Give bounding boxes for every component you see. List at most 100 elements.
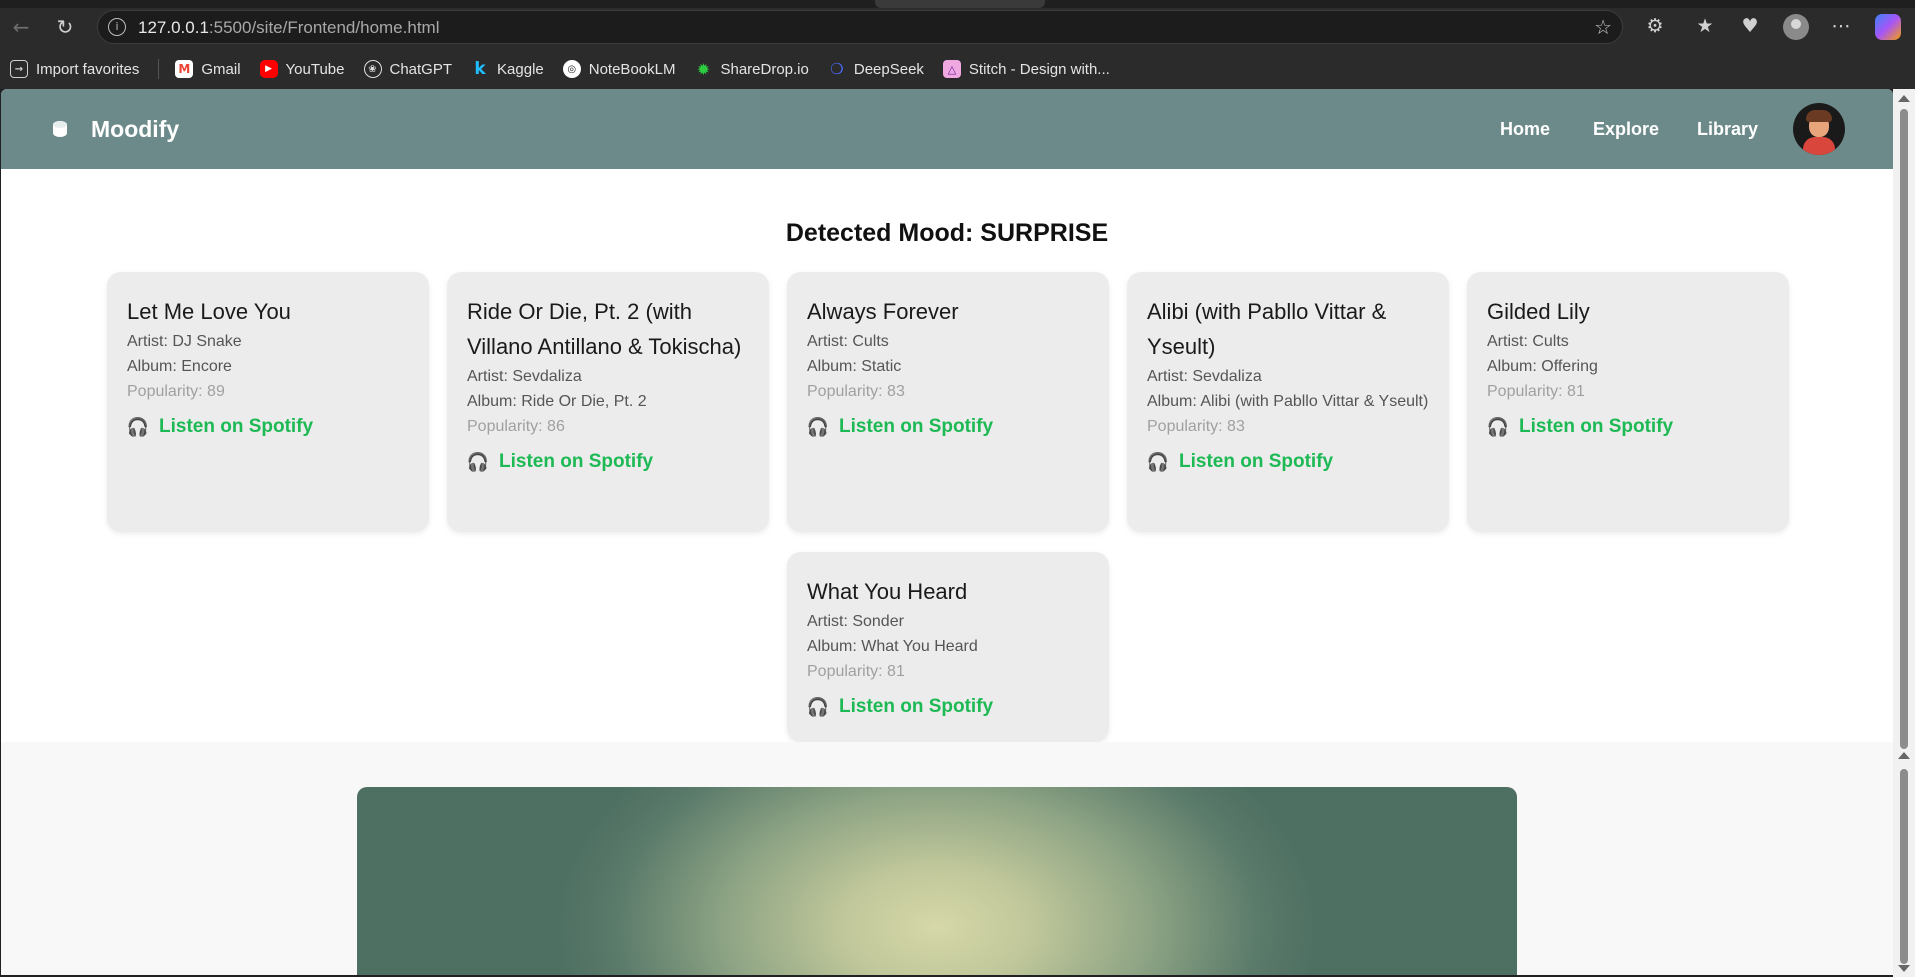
site-navbar: Moodify Home Explore Library (1, 89, 1893, 169)
kaggle-icon: k (474, 59, 486, 79)
bookmark-chatgpt[interactable]: ❀ ChatGPT (363, 52, 453, 86)
stitch-icon: △ (942, 60, 961, 78)
listen-on-spotify-link[interactable]: 🎧 Listen on Spotify (467, 451, 749, 473)
sharedrop-icon: ✹ (696, 59, 711, 79)
detected-mood-heading: Detected Mood: SURPRISE (785, 219, 1109, 247)
hero-banner (357, 787, 1517, 975)
favorites-icon[interactable]: ★ (1692, 13, 1718, 39)
bookmark-label: Stitch - Design with... (968, 60, 1110, 78)
url-text[interactable]: 127.0.0.1:5500/site/Frontend/home.html (138, 18, 439, 38)
song-artist: Artist: Sonder (807, 613, 904, 630)
bookmark-stitch[interactable]: △ Stitch - Design with... (942, 52, 1110, 86)
bookmark-youtube[interactable]: ▶ YouTube (259, 52, 345, 86)
bookmark-label: ShareDrop.io (720, 60, 809, 78)
active-tab-edge[interactable] (875, 0, 1045, 8)
nav-library-link[interactable]: Library (1697, 119, 1758, 140)
bookmark-label: ChatGPT (389, 60, 453, 78)
site-title[interactable]: Moodify (91, 116, 179, 143)
reload-icon[interactable]: ↻ (52, 14, 78, 40)
listen-on-spotify-link[interactable]: 🎧 Listen on Spotify (1487, 416, 1769, 438)
listen-on-spotify-link[interactable]: 🎧 Listen on Spotify (1147, 451, 1429, 473)
song-popularity: Popularity: 86 (467, 418, 565, 435)
site-info-icon[interactable]: i (108, 18, 126, 36)
extensions-icon[interactable]: ⚙ (1642, 13, 1668, 39)
gmail-icon: M (175, 60, 194, 78)
song-album: Album: Alibi (with Pabllo Vittar & Yseul… (1147, 393, 1429, 410)
headphones-icon: 🎧 (126, 416, 150, 438)
deepseek-icon: ❍ (830, 60, 844, 78)
more-options-icon[interactable]: ⋯ (1828, 13, 1854, 39)
bookmark-deepseek[interactable]: ❍ DeepSeek (828, 52, 924, 86)
song-album: Album: Ride Or Die, Pt. 2 (467, 393, 647, 410)
bookmark-gmail[interactable]: M Gmail (175, 52, 241, 86)
import-icon: → (10, 60, 28, 78)
link-label: Listen on Spotify (1519, 416, 1674, 437)
song-title: Gilded Lily (1487, 299, 1590, 324)
copilot-icon[interactable] (1875, 14, 1901, 40)
song-card: Let Me Love You Artist: DJ Snake Album: … (107, 272, 429, 532)
song-popularity: Popularity: 83 (807, 383, 905, 400)
headphones-icon: 🎧 (1486, 416, 1510, 438)
page-scrollbar[interactable] (1893, 89, 1915, 977)
song-album: Album: Encore (127, 358, 232, 375)
bookmark-label: DeepSeek (853, 60, 924, 78)
page-viewport: Moodify Home Explore Library Detected Mo… (1, 89, 1893, 975)
song-artist: Artist: DJ Snake (127, 333, 242, 350)
bookmark-import-favorites[interactable]: → Import favorites (10, 52, 139, 86)
nav-explore-link[interactable]: Explore (1593, 119, 1659, 140)
youtube-icon: ▶ (259, 60, 278, 78)
link-label: Listen on Spotify (499, 451, 654, 472)
song-title: Alibi (with Pabllo Vittar & Yseult) (1147, 299, 1387, 359)
back-arrow-icon[interactable]: ← (8, 14, 34, 40)
link-label: Listen on Spotify (839, 416, 994, 437)
link-label: Listen on Spotify (1179, 451, 1334, 472)
bookmark-kaggle[interactable]: k Kaggle (471, 52, 544, 86)
song-card: Always Forever Artist: Cults Album: Stat… (787, 272, 1109, 532)
song-title: Always Forever (807, 299, 959, 324)
song-artist: Artist: Cults (807, 333, 889, 350)
song-title: Ride Or Die, Pt. 2 (with Villano Antilla… (467, 299, 742, 359)
song-card: Alibi (with Pabllo Vittar & Yseult) Arti… (1127, 272, 1449, 532)
inner-scroll-up-arrow-icon[interactable] (1898, 752, 1910, 759)
song-card: Gilded Lily Artist: Cults Album: Offerin… (1467, 272, 1789, 532)
link-label: Listen on Spotify (839, 696, 994, 717)
chatgpt-icon: ❀ (363, 60, 382, 78)
song-popularity: Popularity: 89 (127, 383, 225, 400)
song-popularity: Popularity: 83 (1147, 418, 1245, 435)
bookmark-label: Kaggle (497, 60, 544, 78)
song-popularity: Popularity: 81 (807, 663, 905, 680)
bookmark-label: Gmail (201, 60, 241, 78)
user-avatar[interactable] (1793, 103, 1845, 155)
scroll-up-arrow-icon[interactable] (1898, 95, 1910, 102)
avatar-hair (1806, 110, 1832, 122)
song-card: What You Heard Artist: Sonder Album: Wha… (787, 552, 1109, 742)
song-title: Let Me Love You (127, 299, 291, 324)
song-artist: Artist: Sevdaliza (467, 368, 582, 385)
inner-scrollbar-thumb[interactable] (1900, 769, 1908, 964)
song-artist: Artist: Sevdaliza (1147, 368, 1262, 385)
headphones-icon: 🎧 (806, 416, 830, 438)
nav-home-link[interactable]: Home (1500, 119, 1550, 140)
song-album: Album: Static (807, 358, 902, 375)
listen-on-spotify-link[interactable]: 🎧 Listen on Spotify (807, 696, 1089, 718)
scrollbar-thumb[interactable] (1900, 109, 1908, 749)
bookmark-notebooklm[interactable]: ◎ NoteBookLM (562, 52, 676, 86)
bookmark-sharedrop[interactable]: ✹ ShareDrop.io (694, 52, 809, 86)
song-album: Album: What You Heard (807, 638, 978, 655)
listen-on-spotify-link[interactable]: 🎧 Listen on Spotify (127, 416, 409, 438)
song-album: Album: Offering (1487, 358, 1598, 375)
listen-on-spotify-link[interactable]: 🎧 Listen on Spotify (807, 416, 1089, 438)
browser-essentials-icon[interactable]: ♥ (1737, 13, 1763, 39)
bookmark-separator (158, 59, 160, 79)
link-label: Listen on Spotify (159, 416, 314, 437)
address-bar[interactable]: i 127.0.0.1:5500/site/Frontend/home.html… (97, 10, 1623, 44)
notebooklm-icon: ◎ (562, 60, 581, 78)
profile-icon[interactable] (1783, 14, 1809, 40)
bookmark-label: NoteBookLM (588, 60, 676, 78)
favorite-star-icon[interactable]: ☆ (1594, 15, 1612, 39)
bookmarks-bar: → Import favorites M Gmail ▶ YouTube ❀ C… (0, 52, 1915, 86)
scroll-down-arrow-icon[interactable] (1898, 965, 1910, 972)
song-popularity: Popularity: 81 (1487, 383, 1585, 400)
song-title: What You Heard (807, 579, 968, 604)
avatar-body (1803, 137, 1835, 155)
